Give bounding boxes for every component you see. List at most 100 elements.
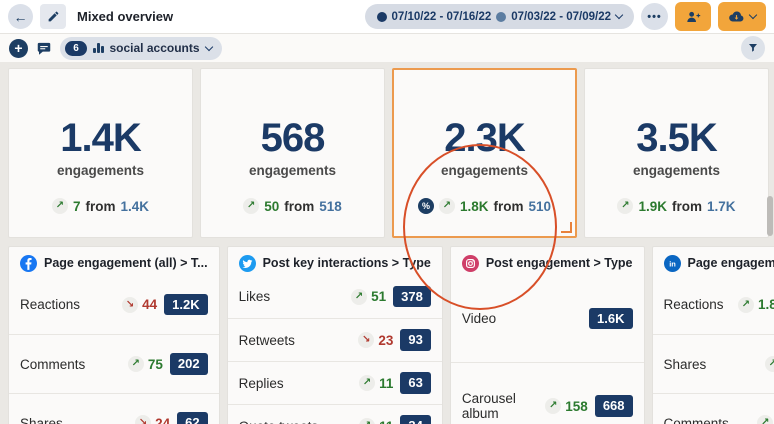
add-widget-button[interactable]: + <box>9 39 28 58</box>
metric-card[interactable]: Page engagement (all) > T... Reactions ↘… <box>8 246 220 424</box>
metric-row: Likes ↗ 51 378 <box>228 275 442 318</box>
metric-row: Retweets ↘ 23 93 <box>228 318 442 361</box>
metric-row: Reactions ↘ 44 1.2K <box>9 275 219 334</box>
metric-label: Shares <box>664 357 707 372</box>
kpi-label: engagements <box>249 163 336 178</box>
metric-label: Video <box>462 311 496 326</box>
report-header: ← Mixed overview 07/10/22 - 07/16/22 07/… <box>0 0 774 34</box>
from-label: from <box>672 199 702 214</box>
more-options-button[interactable]: ••• <box>641 3 668 30</box>
metric-label: Carousel album <box>462 391 545 421</box>
primary-range-dot-icon <box>377 12 387 22</box>
cloud-export-icon <box>728 9 745 24</box>
back-button[interactable]: ← <box>8 4 33 29</box>
date-range-selector[interactable]: 07/10/22 - 07/16/22 07/03/22 - 07/09/22 <box>365 4 635 29</box>
kpi-value: 1.4K <box>60 118 141 158</box>
filters-toolbar: + 6 social accounts <box>0 34 774 62</box>
metric-change: ↗ 51 <box>351 289 386 305</box>
metric-delta: 11 <box>379 419 393 424</box>
kpi-delta: 50 <box>264 199 279 214</box>
kpi-card[interactable]: 3.5K engagements ↗ 1.9K from 1.7K <box>584 68 769 238</box>
share-report-button[interactable] <box>675 2 711 31</box>
vertical-scrollbar-thumb[interactable] <box>767 196 773 236</box>
metric-row: Comments ↗ 75 202 <box>9 334 219 393</box>
filter-button[interactable] <box>741 36 765 60</box>
from-label: from <box>284 199 314 214</box>
metric-card[interactable]: in Page engagement > Type Reactions ↗ 1.… <box>652 246 774 424</box>
previous-value-link[interactable]: 510 <box>529 199 552 214</box>
metric-change: ↗ 75 <box>128 356 163 372</box>
accounts-label: social accounts <box>110 41 200 55</box>
metric-values: ↗ 9 166 <box>765 353 774 375</box>
from-label: from <box>494 199 524 214</box>
trend-arrow-icon: ↗ <box>243 198 259 214</box>
kpi-value: 2.3K <box>444 118 525 158</box>
metric-row: Page engagement (all) > T... Reactions ↘… <box>8 246 769 424</box>
metric-rows: Reactions ↘ 44 1.2K Comments ↗ 75 202 Sh… <box>9 275 219 424</box>
comment-bubble-icon <box>36 41 52 56</box>
metric-total-badge: 34 <box>400 415 430 424</box>
trend-arrow-icon: ↗ <box>52 198 68 214</box>
metric-label: Retweets <box>239 333 295 348</box>
export-button[interactable] <box>718 2 766 31</box>
plus-icon: + <box>14 41 22 55</box>
pencil-icon <box>47 10 60 23</box>
comments-button[interactable] <box>36 41 52 56</box>
metric-change: ↗ 9 <box>765 356 774 372</box>
metric-values: ↗ 75 202 <box>128 353 208 375</box>
metric-label: Reactions <box>664 297 724 312</box>
metric-card[interactable]: Post engagement > Type Video 1.6K Carous… <box>450 246 645 424</box>
metric-delta: 23 <box>378 333 393 348</box>
metric-total-badge: 93 <box>400 329 430 351</box>
metric-delta: 44 <box>142 297 157 312</box>
svg-text:in: in <box>669 259 676 268</box>
kpi-change: ↗ 7 from 1.4K <box>52 198 149 214</box>
metric-total-badge: 202 <box>170 353 208 375</box>
previous-value-link[interactable]: 518 <box>319 199 342 214</box>
metric-total-badge: 1.2K <box>164 294 207 316</box>
trend-arrow-icon: ↘ <box>358 332 374 348</box>
trend-arrow-icon: ↗ <box>439 198 455 214</box>
metric-card[interactable]: Post key interactions > Type Likes ↗ 51 … <box>227 246 443 424</box>
edit-report-button[interactable] <box>40 4 66 29</box>
dashboard-content: 1.4K engagements ↗ 7 from 1.4K 568 engag… <box>0 62 774 424</box>
compare-range-dot-icon <box>496 12 506 22</box>
metric-card-header: Page engagement (all) > T... <box>9 247 219 275</box>
trend-arrow-icon: ↗ <box>359 375 375 391</box>
metric-values: 1.6K <box>589 308 632 330</box>
metric-row: Shares ↗ 9 166 <box>653 334 774 393</box>
primary-date-range: 07/10/22 - 07/16/22 <box>392 11 492 23</box>
kpi-row: 1.4K engagements ↗ 7 from 1.4K 568 engag… <box>8 68 769 238</box>
kpi-label: engagements <box>441 163 528 178</box>
ellipsis-icon: ••• <box>647 11 662 23</box>
metric-label: Shares <box>20 416 63 424</box>
trend-arrow-icon: ↘ <box>135 415 151 424</box>
metric-total-badge: 668 <box>595 395 633 417</box>
kpi-change: ↗ 50 from 518 <box>243 198 342 214</box>
metric-change: ↘ 44 <box>122 297 157 313</box>
metric-rows: Likes ↗ 51 378 Retweets ↘ 23 93 Replies … <box>228 275 442 424</box>
trend-arrow-icon: ↗ <box>128 356 144 372</box>
trend-arrow-icon: ↗ <box>351 289 367 305</box>
kpi-card[interactable]: 1.4K engagements ↗ 7 from 1.4K <box>8 68 193 238</box>
metric-values: ↗ 158 668 <box>545 395 632 417</box>
metric-delta: 1.8K <box>758 297 774 312</box>
kpi-value: 3.5K <box>636 118 717 158</box>
previous-value-link[interactable]: 1.7K <box>707 199 736 214</box>
social-accounts-selector[interactable]: 6 social accounts <box>60 37 222 60</box>
metric-rows: Reactions ↗ 1.8K 3.2K Shares ↗ 9 166 Com… <box>653 275 774 424</box>
metric-rows: Video 1.6K Carousel album ↗ 158 668 <box>451 275 644 424</box>
metric-label: Quote tweets <box>239 419 319 424</box>
metric-card-title: Page engagement > Type <box>688 256 774 270</box>
bar-chart-icon <box>93 43 104 53</box>
metric-delta: 24 <box>155 416 170 424</box>
trend-arrow-icon: ↗ <box>617 198 633 214</box>
metric-change: ↗ 158 <box>545 398 588 414</box>
facebook-icon <box>20 255 37 272</box>
kpi-card[interactable]: 2.3K engagements % ↗ 1.8K from 510 <box>392 68 577 238</box>
metric-total-badge: 62 <box>177 412 207 424</box>
compare-date-range: 07/03/22 - 07/09/22 <box>511 11 611 23</box>
metric-label: Comments <box>20 357 85 372</box>
previous-value-link[interactable]: 1.4K <box>120 199 149 214</box>
kpi-card[interactable]: 568 engagements ↗ 50 from 518 <box>200 68 385 238</box>
